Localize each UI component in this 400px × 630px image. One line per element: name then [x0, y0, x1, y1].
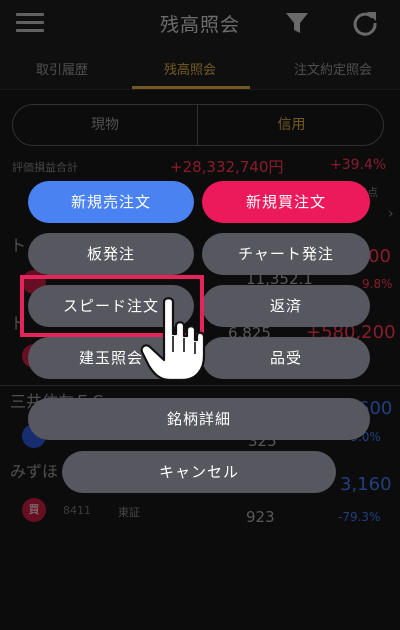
hand-pointer-icon	[140, 297, 206, 382]
chart-order-button[interactable]: チャート発注	[202, 233, 370, 275]
stock-detail-button[interactable]: 銘柄詳細	[28, 398, 370, 440]
board-order-button[interactable]: 板発注	[28, 233, 194, 275]
repay-button[interactable]: 返済	[202, 285, 370, 327]
new-sell-order-button[interactable]: 新規売注文	[28, 181, 194, 223]
cancel-button[interactable]: キャンセル	[62, 451, 336, 493]
delivery-button[interactable]: 品受	[202, 337, 370, 379]
new-buy-order-button[interactable]: 新規買注文	[202, 181, 370, 223]
